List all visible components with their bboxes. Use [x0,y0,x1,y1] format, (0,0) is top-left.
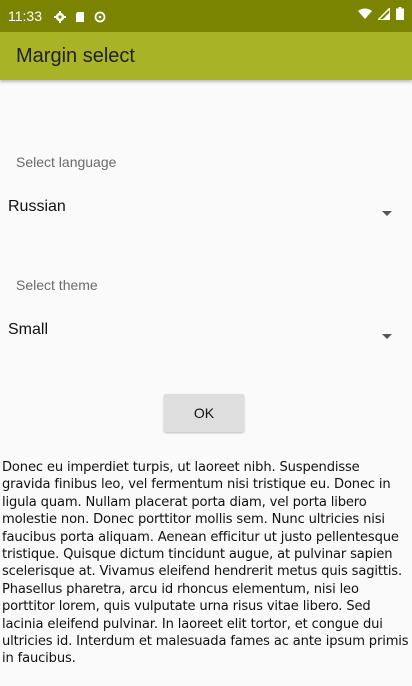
language-spinner[interactable]: Russian [0,187,412,227]
battery-icon [396,7,404,25]
language-label: Select language [16,154,117,170]
dropdown-arrow-icon [382,327,392,345]
theme-value: Small [8,321,49,338]
language-value: Russian [8,198,66,215]
signal-icon [376,6,391,25]
app-title: Margin select [16,44,135,67]
app-bar: Margin select [0,32,412,80]
status-time: 11:33 [8,8,42,24]
dropdown-arrow-icon [382,204,392,222]
theme-spinner[interactable]: Small [0,310,412,350]
sd-card-icon [74,10,86,22]
status-bar: 11:33 [0,0,412,32]
ok-button[interactable]: OK [164,394,244,432]
wifi-icon [358,7,372,25]
settings-icon [54,10,66,23]
status-right-icons [358,6,404,25]
sync-icon [94,10,106,23]
theme-label: Select theme [16,277,98,293]
body-text: Donec eu imperdiet turpis, ut laoreet ni… [2,460,409,667]
